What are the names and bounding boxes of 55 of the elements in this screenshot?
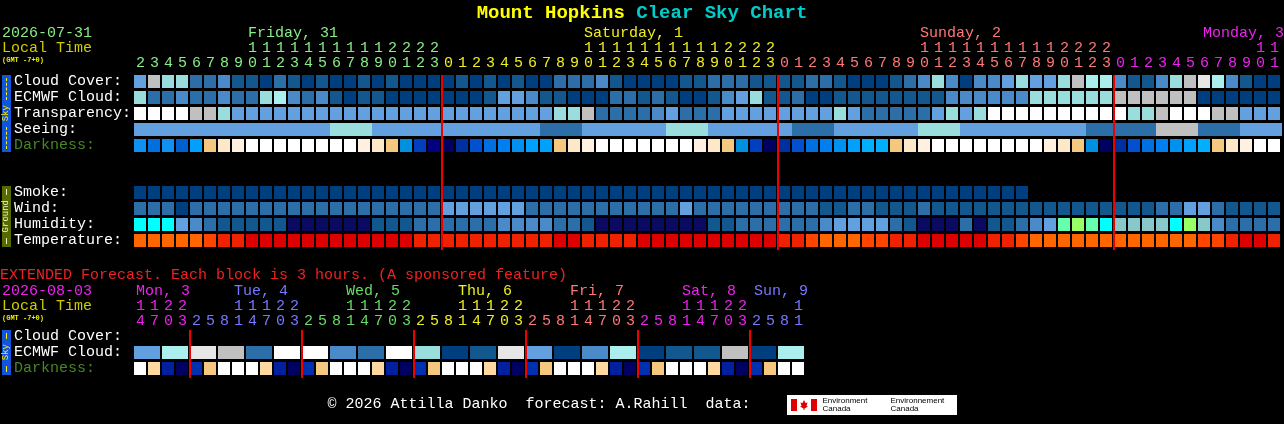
- day-label: Sat, 8: [682, 284, 736, 299]
- hour-tens-digits: 1122: [136, 299, 192, 314]
- hour-ones-digits: 2581: [752, 314, 808, 329]
- hour-ones-digits: 25814703: [192, 314, 304, 329]
- local-time-label: Local Time: [2, 41, 92, 56]
- hour-ones-digits: 012345678901234567890123: [780, 56, 1117, 71]
- hour-tens-digits: 11122: [682, 299, 752, 314]
- day-label: Saturday, 1: [584, 26, 684, 41]
- row-label: Cloud Cover:: [14, 330, 124, 345]
- row-label: Temperature:: [14, 234, 124, 250]
- day-label: Tue, 4: [234, 284, 288, 299]
- row-label: Humidity:: [14, 218, 96, 234]
- day-label: Fri, 7: [570, 284, 624, 299]
- hour-tens-digits: 11111111112222: [583, 41, 780, 56]
- row-label: Transparency:: [14, 107, 133, 122]
- hour-ones-digits: 2345678901234567890123: [136, 56, 445, 71]
- day-label: Mon, 3: [136, 284, 190, 299]
- day-label: Monday, 3: [1203, 26, 1284, 41]
- local-time-label: Local Time: [2, 299, 92, 314]
- chart-title: Mount Hopkins Clear Sky Chart: [476, 2, 808, 24]
- hour-ones-digits: 4703: [136, 314, 192, 329]
- hour-tens-digits: 11122: [234, 299, 304, 314]
- flag-icon: [790, 399, 817, 411]
- hour-ones-digits: 25814703: [640, 314, 752, 329]
- hour-tens-digits: 11122: [458, 299, 528, 314]
- hour-tens-digits: 11: [1256, 41, 1284, 56]
- agency-name: Environnement Canada: [890, 397, 946, 413]
- row-label: Seeing:: [14, 123, 78, 138]
- hour-tens-digits: 11122: [570, 299, 640, 314]
- agency-name: Environment Canada: [822, 397, 869, 413]
- row-label: ECMWF Cloud:: [14, 91, 124, 107]
- hour-tens-digits: 11111111112222: [919, 41, 1116, 56]
- row-label: Darkness:: [14, 139, 96, 155]
- forecast-date: 2026-07-31: [2, 26, 92, 41]
- hour-ones-digits: 012345678901: [1116, 56, 1284, 71]
- hour-tens-digits: 11122: [346, 299, 416, 314]
- hour-ones-digits: 012345678901234567890123: [444, 56, 781, 71]
- extended-forecast-note: EXTENDED Forecast. Each block is 3 hours. (A sponsored feature): [0, 268, 569, 284]
- hour-ones-digits: 25814703: [416, 314, 528, 329]
- hour-ones-digits: 25814703: [304, 314, 416, 329]
- day-label: Thu, 6: [458, 284, 512, 299]
- row-label: ECMWF Cloud:: [14, 346, 124, 361]
- day-label: Sunday, 2: [920, 26, 1001, 41]
- row-label: Smoke:: [14, 186, 69, 201]
- hour-tens-digits: 1: [794, 299, 808, 314]
- row-label: Wind:: [14, 202, 60, 217]
- hour-tens-digits: 11111111112222: [247, 41, 444, 56]
- row-label: Cloud Cover:: [14, 75, 124, 90]
- day-label: Friday, 31: [248, 26, 338, 41]
- day-label: Wed, 5: [346, 284, 400, 299]
- hour-ones-digits: 25814703: [528, 314, 640, 329]
- forecast-date: 2026-08-03: [2, 284, 92, 299]
- day-label: Sun, 9: [754, 284, 808, 299]
- credit-text: © 2026 Attilla Danko forecast: A.Rahill data:: [327, 397, 751, 413]
- row-label: Darkness:: [14, 362, 96, 378]
